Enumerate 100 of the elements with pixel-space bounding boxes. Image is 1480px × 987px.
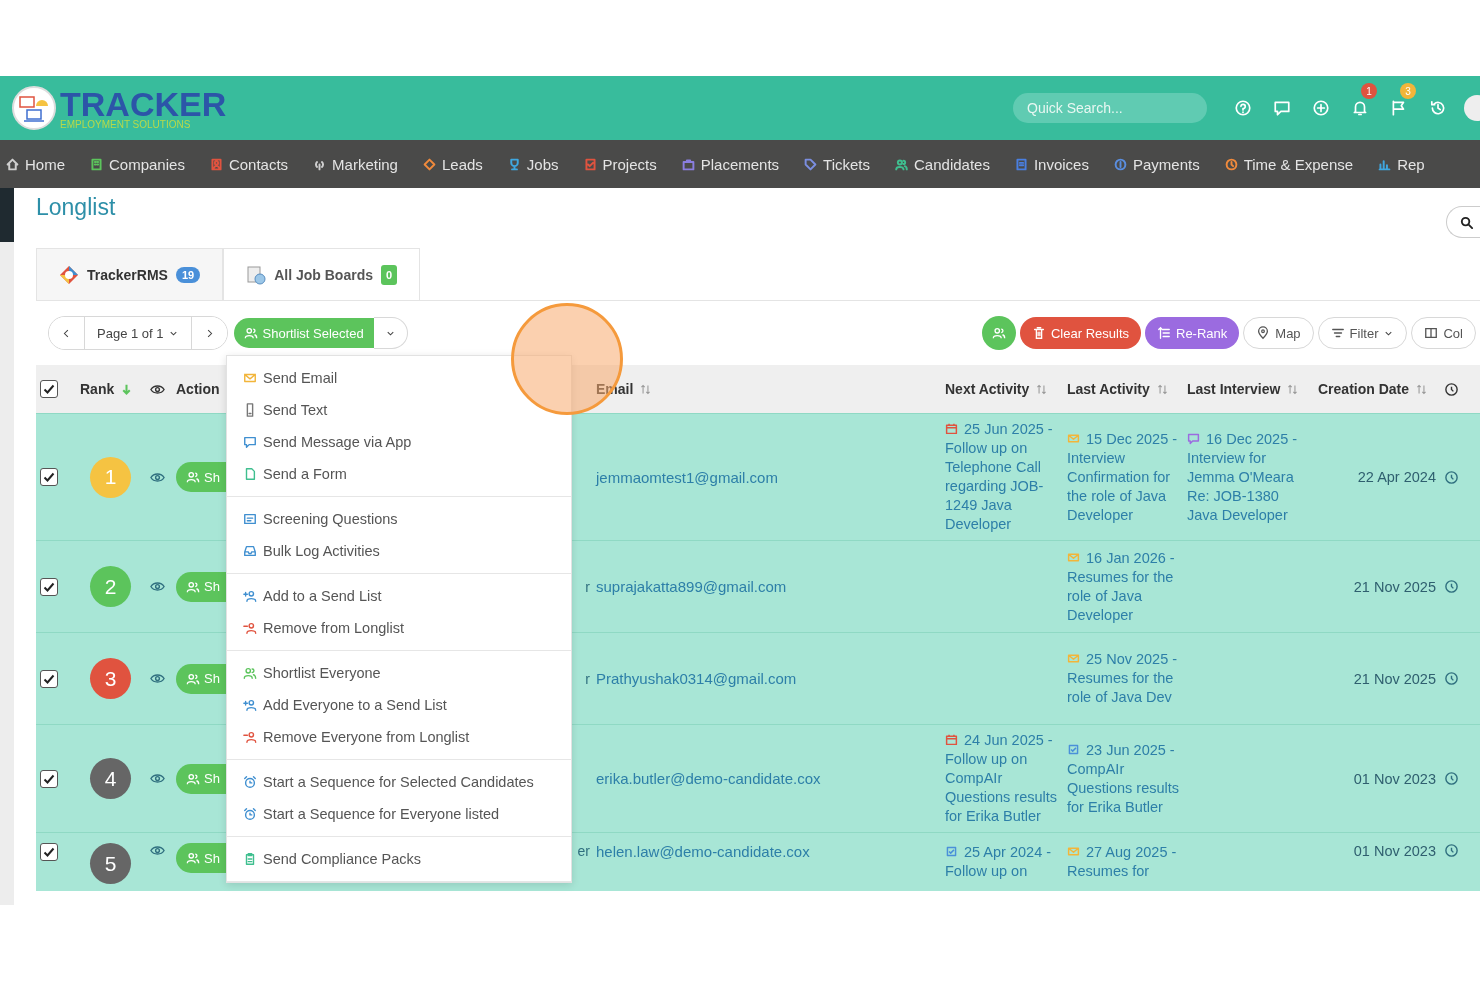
table-cell: 22 Apr 2024: [1357, 469, 1436, 485]
bell-icon: [1351, 99, 1369, 117]
users-icon: [186, 671, 200, 686]
nav-item[interactable]: Payments: [1113, 155, 1200, 173]
eye-icon[interactable]: [150, 671, 165, 686]
column-header[interactable]: Last Interview: [1187, 381, 1281, 397]
users-icon: [186, 470, 200, 484]
users-icon: [186, 851, 200, 865]
count-badge: 19: [175, 266, 201, 283]
logo-icon: [12, 86, 56, 130]
clock-icon[interactable]: [1444, 469, 1459, 485]
toolbar-button[interactable]: Col: [1411, 317, 1476, 349]
nav-item[interactable]: Companies: [90, 155, 185, 173]
menu-item[interactable]: Start a Sequence for Selected Candidates: [227, 766, 571, 798]
toolbar-button[interactable]: Clear Results: [1019, 317, 1141, 349]
nav-item[interactable]: Marketing: [313, 155, 398, 173]
toolbar-button[interactable]: Map: [1243, 317, 1314, 349]
menu-item[interactable]: Send Compliance Packs: [227, 843, 571, 875]
search-icon: [1459, 214, 1474, 230]
notification-badge: 1: [1361, 83, 1377, 99]
eye-icon[interactable]: [150, 579, 165, 594]
clock-icon[interactable]: [1444, 671, 1459, 686]
menu-item[interactable]: Send Message via App: [227, 426, 571, 458]
menu-item[interactable]: Start a Sequence for Everyone listed: [227, 798, 571, 830]
nav-item[interactable]: Rep: [1378, 155, 1425, 173]
menu-item[interactable]: Send Email: [227, 362, 571, 394]
menu-item[interactable]: Send a Form: [227, 458, 571, 490]
menu-item[interactable]: Add to a Send List: [227, 580, 571, 612]
rank-badge: 1: [90, 456, 131, 498]
nav-item[interactable]: Jobs: [507, 155, 559, 173]
bell-button[interactable]: 1: [1343, 83, 1377, 133]
menu-item[interactable]: Remove Everyone from Longlist: [227, 721, 571, 753]
count-badge: 0: [381, 264, 398, 285]
brand-tagline: EMPLOYMENT SOLUTIONS: [60, 119, 192, 130]
chat-icon: [1273, 99, 1291, 117]
rank-badge: 4: [90, 758, 131, 799]
table-cell: r: [585, 578, 590, 595]
nav-item[interactable]: Contacts: [209, 155, 289, 173]
notification-badge: 3: [1400, 83, 1416, 99]
logo-icon: [59, 264, 79, 285]
clock-icon[interactable]: [1444, 579, 1459, 594]
history-icon: [1429, 99, 1447, 117]
users-icon: [186, 771, 200, 786]
menu-item[interactable]: Shortlist Everyone: [227, 657, 571, 689]
source-tab[interactable]: TrackerRMS 19: [36, 248, 224, 300]
nav-item[interactable]: Time & Expense: [1224, 155, 1354, 173]
menu-item[interactable]: Bulk Log Activities: [227, 535, 571, 567]
menu-item[interactable]: Send Text: [227, 394, 571, 426]
columns-icon: [1424, 326, 1439, 340]
toolbar-button[interactable]: Filter: [1317, 317, 1408, 349]
table-cell: 01 Nov 2023: [1353, 770, 1436, 787]
dropdown-caret-button[interactable]: [373, 317, 408, 349]
source-tab[interactable]: All Job Boards 0: [223, 248, 421, 300]
sidebar-strip: [0, 188, 14, 242]
rank-badge: 2: [90, 566, 131, 607]
checkbox[interactable]: [40, 769, 58, 788]
users-icon: [991, 326, 1006, 340]
nav-item[interactable]: Leads: [422, 155, 483, 173]
brand-name: TRACKER: [60, 86, 227, 121]
column-header[interactable]: Action: [176, 381, 220, 397]
rank-badge: 5: [90, 843, 131, 884]
menu-item[interactable]: Screening Questions: [227, 503, 571, 535]
table-cell: 01 Nov 2023: [1353, 843, 1436, 859]
nav-item[interactable]: Invoices: [1014, 155, 1089, 173]
eye-icon[interactable]: [150, 771, 165, 786]
column-header[interactable]: Creation Date: [1318, 381, 1410, 397]
column-header[interactable]: Next Activity: [945, 381, 1030, 397]
clock-icon[interactable]: [1444, 771, 1459, 786]
shortlist-button[interactable]: [981, 316, 1016, 350]
nav-item[interactable]: Home: [6, 155, 65, 173]
column-header[interactable]: Rank: [80, 381, 115, 397]
checkbox[interactable]: [40, 669, 58, 688]
location-pin-icon: [1256, 326, 1271, 340]
checkbox[interactable]: [40, 843, 58, 861]
help-icon: [1234, 99, 1252, 117]
filter-icon: [1330, 326, 1345, 340]
nav-item[interactable]: Tickets: [804, 155, 871, 173]
toolbar-button[interactable]: Re-Rank: [1145, 317, 1240, 349]
nav-item[interactable]: Placements: [681, 155, 780, 173]
nav-item[interactable]: Projects: [583, 155, 657, 173]
clock-icon: [1444, 381, 1459, 397]
nav-item[interactable]: Candidates: [895, 155, 990, 173]
quick-search-field[interactable]: Quick Search...: [1013, 93, 1207, 123]
users-icon: [186, 579, 200, 594]
table-cell: 21 Nov 2025: [1353, 578, 1436, 595]
menu-item[interactable]: Add Everyone to a Send List: [227, 689, 571, 721]
checkbox[interactable]: [40, 380, 58, 398]
column-header[interactable]: Last Activity: [1067, 381, 1150, 397]
clock-icon[interactable]: [1444, 843, 1459, 858]
checkbox[interactable]: [40, 577, 58, 596]
table-cell: r: [585, 670, 590, 687]
eye-icon[interactable]: [150, 843, 165, 858]
document-globe-icon: [246, 264, 267, 285]
users-icon: [243, 326, 258, 340]
add-icon: [1312, 99, 1330, 117]
sort-list-icon: [1157, 326, 1171, 340]
menu-item[interactable]: Remove from Longlist: [227, 612, 571, 644]
table-cell: er: [577, 843, 590, 859]
checkbox[interactable]: [40, 468, 58, 486]
page-dropdown[interactable]: Page 1 of 1: [84, 317, 192, 349]
